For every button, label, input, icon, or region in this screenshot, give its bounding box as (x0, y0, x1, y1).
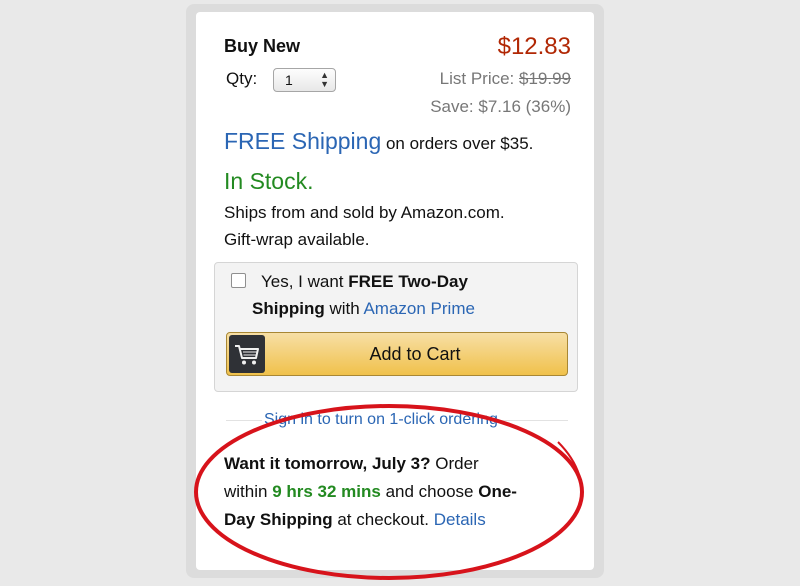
delivery-line3: Day Shipping at checkout. Details (224, 510, 486, 530)
prime-offer-line2: Shipping with Amazon Prime (252, 299, 475, 319)
buy-new-heading: Buy New (224, 36, 301, 56)
free-shipping-link[interactable]: FREE Shipping (224, 128, 381, 154)
delivery-line2: within 9 hrs 32 mins and choose One- (224, 482, 517, 502)
delivery-question: Want it tomorrow, July 3? (224, 454, 431, 473)
gift-wrap-text: Gift-wrap available. (224, 230, 370, 249)
prime-offer-with: with (324, 299, 364, 318)
price: $12.83 (497, 33, 571, 60)
free-shipping-line: FREE Shipping on orders over $35. (224, 128, 533, 155)
details-link[interactable]: Details (434, 510, 486, 529)
delivery-order: Order (430, 454, 479, 473)
prime-offer-prefix: Yes, I want (261, 272, 349, 291)
qty-select[interactable]: 1 ▲ ▼ (273, 68, 336, 92)
list-price-value: $19.99 (519, 69, 571, 88)
prime-checkbox[interactable] (231, 273, 246, 288)
qty-label: Qty: (226, 69, 258, 88)
savings-text: Save: $7.16 (36%) (430, 97, 571, 116)
delivery-line1: Want it tomorrow, July 3? Order (224, 454, 479, 474)
delivery-one-day: One- (478, 482, 517, 501)
add-to-cart-button[interactable]: Add to Cart (226, 332, 568, 376)
add-to-cart-label: Add to Cart (369, 344, 461, 364)
list-price: List Price: $19.99 (440, 69, 571, 89)
delivery-choose: and choose (380, 482, 479, 501)
signin-link[interactable]: Sign in to turn on 1-click ordering (262, 411, 500, 429)
ships-from-text: Ships from and sold by Amazon.com. (224, 203, 505, 222)
select-arrows-icon: ▲ ▼ (320, 70, 329, 89)
delivery-day-shipping: Day Shipping (224, 510, 333, 529)
delivery-countdown: 9 hrs 32 mins (272, 482, 381, 501)
delivery-checkout: at checkout. (332, 510, 434, 529)
qty-value: 1 (285, 72, 293, 88)
in-stock-status: In Stock. (224, 168, 314, 194)
prime-offer-line1: Yes, I want FREE Two-Day (261, 272, 468, 292)
prime-offer-bold-2: Shipping (252, 299, 325, 318)
amazon-prime-link[interactable]: Amazon Prime (363, 299, 474, 318)
list-price-label: List Price: (439, 69, 519, 88)
delivery-within: within (224, 482, 273, 501)
free-shipping-condition: on orders over $35. (381, 134, 534, 153)
prime-offer-bold: FREE Two-Day (348, 272, 468, 291)
